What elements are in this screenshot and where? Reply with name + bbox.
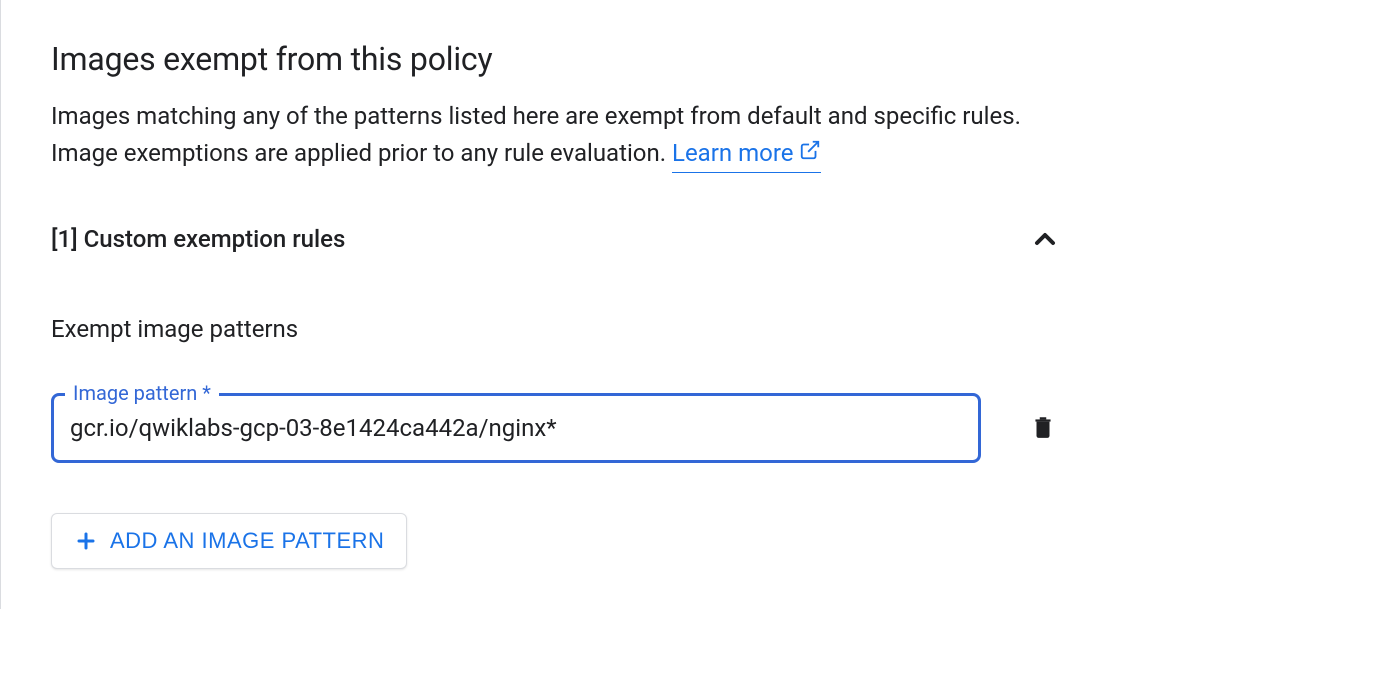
subsection-title: Exempt image patterns (51, 315, 1348, 343)
delete-button[interactable] (1026, 408, 1060, 449)
add-button-label: ADD AN IMAGE PATTERN (110, 528, 384, 554)
learn-more-link[interactable]: Learn more (672, 135, 821, 173)
input-wrapper: Image pattern * (51, 393, 981, 463)
trash-icon (1030, 412, 1056, 445)
chevron-up-icon[interactable] (1029, 223, 1061, 255)
input-row: Image pattern * (51, 393, 1111, 463)
section-description: Images matching any of the patterns list… (51, 98, 1061, 173)
label-text: Image pattern (73, 381, 197, 405)
input-label: Image pattern * (65, 381, 219, 405)
section-title: Images exempt from this policy (51, 40, 1348, 78)
accordion-header[interactable]: [1] Custom exemption rules (51, 223, 1061, 255)
accordion-title: [1] Custom exemption rules (51, 225, 345, 253)
plus-icon (74, 529, 98, 553)
description-text: Images matching any of the patterns list… (51, 102, 1021, 167)
external-link-icon (799, 135, 821, 172)
required-indicator: * (202, 381, 211, 405)
learn-more-text: Learn more (672, 135, 793, 172)
add-image-pattern-button[interactable]: ADD AN IMAGE PATTERN (51, 513, 407, 569)
